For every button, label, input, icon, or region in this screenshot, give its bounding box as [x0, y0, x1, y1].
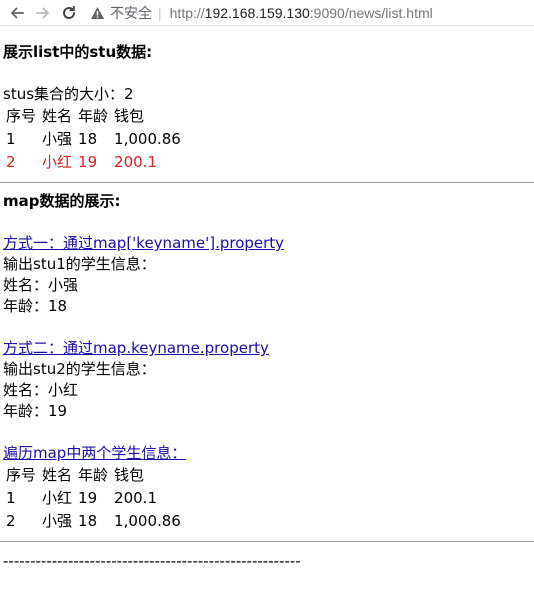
url-host[interactable]: 192.168.159.130	[205, 5, 310, 21]
table-row: 1 小强 18 1,000.86	[3, 128, 184, 151]
column-header: 姓名	[42, 107, 73, 125]
divider	[0, 182, 534, 183]
stu2-title: 输出stu2的学生信息：	[3, 360, 156, 378]
address-separator: |	[158, 4, 162, 21]
forward-button[interactable]	[30, 2, 56, 24]
column-header: 年龄	[78, 466, 109, 484]
cell-wallet: 1,000.86	[114, 512, 181, 530]
table-header-row: 序号 姓名 年龄 钱包	[3, 105, 184, 128]
cell-age: 18	[78, 512, 98, 530]
dashed-separator-text: ----------------------------------------…	[3, 552, 301, 570]
stu2-age: 年龄：19	[3, 402, 68, 420]
map-section-heading: map数据的展示:	[3, 192, 121, 210]
stu2-name: 姓名：小红	[3, 381, 79, 399]
column-header: 钱包	[114, 466, 145, 484]
reload-icon	[63, 5, 75, 19]
table-row: 2 小强 18 1,000.86	[3, 510, 184, 533]
column-header: 姓名	[42, 466, 73, 484]
table-row-highlighted: 2 小红 19 200.1	[3, 151, 184, 174]
cell-name: 小红	[42, 489, 73, 507]
column-header: 钱包	[114, 107, 145, 125]
cell-no: 2	[6, 512, 16, 530]
stu1-title: 输出stu1的学生信息：	[3, 255, 156, 273]
cell-no: 1	[6, 130, 16, 148]
arrow-left-icon	[11, 7, 24, 18]
table-header-row: 序号 姓名 年龄 钱包	[3, 464, 184, 487]
cell-wallet: 200.1	[114, 153, 157, 171]
cell-age: 19	[78, 489, 98, 507]
way2-link[interactable]: 方式二：通过map.keyname.property	[3, 338, 534, 359]
list-size-text: stus集合的大小：2	[3, 85, 134, 103]
warning-icon[interactable]	[90, 6, 105, 20]
list-students-table: 序号 姓名 年龄 钱包 1 小强 18 1,000.86 2 小红 19 200…	[3, 105, 184, 174]
way1-link[interactable]: 方式一：通过map['keyname'].property	[3, 233, 534, 254]
stu1-age: 年龄：18	[3, 297, 68, 315]
reload-button[interactable]	[56, 2, 82, 24]
cell-wallet: 1,000.86	[114, 130, 181, 148]
cell-wallet: 200.1	[114, 489, 157, 507]
cell-name: 小强	[42, 130, 73, 148]
stu1-name: 姓名：小强	[3, 276, 79, 294]
column-header: 年龄	[78, 107, 109, 125]
cell-no: 1	[6, 489, 16, 507]
cell-age: 19	[78, 153, 98, 171]
url-scheme[interactable]: http://	[170, 5, 205, 21]
iterate-map-link[interactable]: 遍历map中两个学生信息：	[3, 443, 534, 464]
arrow-right-icon	[36, 7, 49, 18]
cell-age: 18	[78, 130, 98, 148]
column-header: 序号	[6, 107, 37, 125]
divider	[0, 541, 534, 542]
cell-no: 2	[6, 153, 16, 171]
cell-name: 小红	[42, 153, 73, 171]
address-bar[interactable]: 不安全 | http://192.168.159.130:9090/news/l…	[90, 3, 433, 23]
security-label[interactable]: 不安全	[110, 3, 152, 23]
list-section-heading: 展示list中的stu数据:	[3, 43, 153, 61]
cell-name: 小强	[42, 512, 73, 530]
back-button[interactable]	[4, 2, 30, 24]
column-header: 序号	[6, 466, 37, 484]
url-path[interactable]: :9090/news/list.html	[310, 5, 433, 21]
table-row: 1 小红 19 200.1	[3, 487, 184, 510]
browser-toolbar: 不安全 | http://192.168.159.130:9090/news/l…	[0, 0, 534, 26]
map-students-table: 序号 姓名 年龄 钱包 1 小红 19 200.1 2 小强 18 1,000.…	[3, 464, 184, 533]
page-content: 展示list中的stu数据: stus集合的大小：2 序号 姓名 年龄 钱包 1…	[0, 26, 534, 572]
